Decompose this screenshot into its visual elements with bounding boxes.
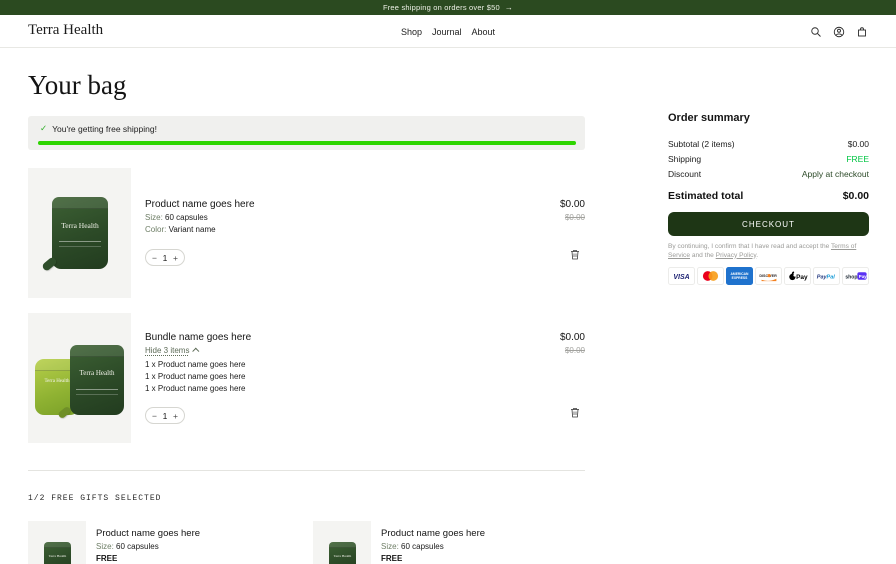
svg-text:VISA: VISA xyxy=(673,274,689,281)
header-icons xyxy=(810,15,868,48)
shipping-value: FREE xyxy=(846,154,869,164)
free-gifts-title: 1/2 FREE GIFTS SELECTED xyxy=(28,494,162,503)
order-summary: Order summary Subtotal (2 items) $0.00 S… xyxy=(668,112,869,285)
shipping-progress-bar xyxy=(38,141,576,145)
remove-item-button[interactable] xyxy=(570,249,580,260)
item-price: $0.00 xyxy=(559,199,585,210)
nav-item-shop[interactable]: Shop xyxy=(401,27,422,37)
free-gifts-list: Terra Health Product name goes here Size… xyxy=(28,521,598,564)
gift-image: Terra Health xyxy=(313,521,371,564)
quantity-value: 1 xyxy=(162,252,168,263)
quantity-increase-button[interactable]: + xyxy=(173,253,178,263)
estimated-total-row: Estimated total $0.00 xyxy=(668,190,869,202)
gift-name: Product name goes here xyxy=(381,528,486,539)
mastercard-icon xyxy=(697,267,724,285)
gift-size: Size: 60 capsules xyxy=(381,542,444,551)
quantity-stepper[interactable]: − 1 + xyxy=(145,249,185,266)
remove-item-button[interactable] xyxy=(570,407,580,418)
gift-price: FREE xyxy=(96,554,118,563)
announcement-text: Free shipping on orders over $50 xyxy=(382,3,500,12)
discount-value: Apply at checkout xyxy=(801,169,869,179)
gift-name: Product name goes here xyxy=(96,528,201,539)
svg-text:shop: shop xyxy=(845,274,857,280)
cart-page: Free shipping on orders over $50 → Terra… xyxy=(0,0,896,564)
item-price: $0.00 xyxy=(559,332,585,343)
quantity-decrease-button[interactable]: − xyxy=(152,253,157,263)
estimated-total-value: $0.00 xyxy=(842,190,869,202)
gift-card[interactable]: Terra Health Product name goes here Size… xyxy=(313,521,598,564)
cart-item-bundle: Terra Health Terra Health Bundle name go… xyxy=(28,313,585,443)
arrow-right-icon: → xyxy=(504,3,514,12)
main-nav: Shop Journal About xyxy=(0,15,896,48)
gift-image: Terra Health xyxy=(28,521,86,564)
amex-icon: AMERICAN EXPRESS xyxy=(726,267,753,285)
free-shipping-message: You're getting free shipping! xyxy=(52,123,157,134)
bundle-content-line: 1 x Product name goes here xyxy=(145,360,246,369)
item-compare-price: $0.00 xyxy=(564,213,585,222)
summary-row-discount: Discount Apply at checkout xyxy=(668,169,869,179)
product-name: Product name goes here xyxy=(145,199,255,210)
account-icon[interactable] xyxy=(833,26,845,38)
svg-text:EXPRESS: EXPRESS xyxy=(732,276,749,280)
visa-icon: VISA xyxy=(668,267,695,285)
search-icon[interactable] xyxy=(810,26,822,38)
gift-price: FREE xyxy=(381,554,403,563)
site-header: Terra Health Shop Journal About xyxy=(0,15,896,48)
svg-text:Pal: Pal xyxy=(827,274,836,280)
nav-item-about[interactable]: About xyxy=(472,27,496,37)
trash-icon xyxy=(571,408,579,418)
bundle-content-line: 1 x Product name goes here xyxy=(145,384,246,393)
payment-methods: VISA AMERICAN EXPRESS DISC VER Pay Pay P… xyxy=(668,267,869,285)
bundle-content-line: 1 x Product name goes here xyxy=(145,372,246,381)
quantity-stepper[interactable]: − 1 + xyxy=(145,407,185,424)
terms-text: By continuing, I confirm that I have rea… xyxy=(668,243,857,259)
summary-row-subtotal: Subtotal (2 items) $0.00 xyxy=(668,139,869,149)
free-shipping-notice: ✓ You're getting free shipping! xyxy=(28,116,585,150)
item-compare-price: $0.00 xyxy=(564,346,585,355)
product-color: Color: Variant name xyxy=(145,225,216,234)
svg-text:Pay: Pay xyxy=(859,274,867,279)
privacy-policy-link[interactable]: Privacy Policy xyxy=(716,252,757,259)
order-summary-title: Order summary xyxy=(668,112,750,124)
shipping-progress-track xyxy=(38,141,576,145)
svg-text:Pay: Pay xyxy=(796,274,808,281)
page-title: Your bag xyxy=(28,70,127,100)
gift-size: Size: 60 capsules xyxy=(96,542,159,551)
discover-icon: DISC VER xyxy=(755,267,782,285)
quantity-decrease-button[interactable]: − xyxy=(152,411,157,421)
shop-pay-icon: shop Pay xyxy=(842,267,869,285)
section-divider xyxy=(28,470,585,471)
announcement-banner[interactable]: Free shipping on orders over $50 → xyxy=(0,0,896,15)
bundle-toggle[interactable]: Hide 3 items xyxy=(145,346,200,355)
checkout-button[interactable]: CHECKOUT xyxy=(668,212,869,236)
paypal-icon: Pay Pal xyxy=(813,267,840,285)
bag-icon[interactable] xyxy=(856,26,868,38)
bundle-name: Bundle name goes here xyxy=(145,332,252,343)
product-size: Size: 60 capsules xyxy=(145,213,208,222)
quantity-value: 1 xyxy=(162,410,168,421)
apple-pay-icon: Pay xyxy=(784,267,811,285)
chevron-up-icon xyxy=(192,347,200,355)
trash-icon xyxy=(571,250,579,260)
nav-item-journal[interactable]: Journal xyxy=(432,27,462,37)
summary-row-shipping: Shipping FREE xyxy=(668,154,869,164)
cart-item: Terra Health Product name goes here Size… xyxy=(28,168,585,298)
check-icon: ✓ xyxy=(40,123,48,133)
quantity-increase-button[interactable]: + xyxy=(173,411,178,421)
gift-card[interactable]: Terra Health Product name goes here Size… xyxy=(28,521,313,564)
product-image: Terra Health xyxy=(28,168,131,298)
bundle-image: Terra Health Terra Health xyxy=(28,313,131,443)
subtotal-value: $0.00 xyxy=(847,139,869,149)
